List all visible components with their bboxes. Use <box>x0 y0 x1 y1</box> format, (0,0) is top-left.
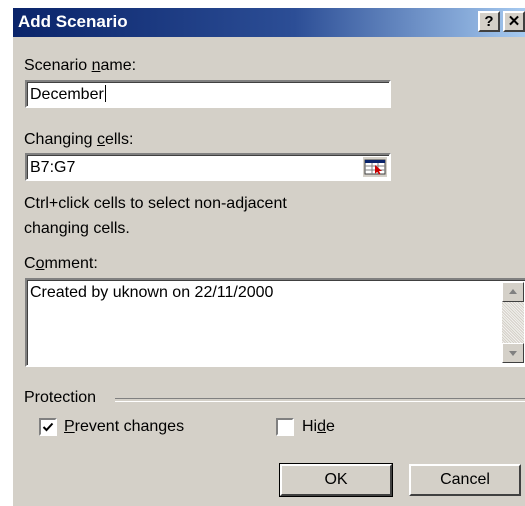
help-button[interactable]: ? <box>478 11 500 32</box>
dialog-title: Add Scenario <box>18 12 128 31</box>
cancel-button[interactable]: Cancel <box>409 464 521 496</box>
scroll-up-button[interactable] <box>502 282 524 302</box>
arrow-up-icon <box>509 289 517 294</box>
comment-textarea[interactable]: Created by uknown on 22/11/2000 <box>25 278 525 367</box>
hide-checkbox[interactable] <box>276 418 294 436</box>
comment-value: Created by uknown on 22/11/2000 <box>30 284 274 301</box>
prevent-changes-checkbox[interactable] <box>39 418 57 436</box>
prevent-changes-label[interactable]: Prevent changes <box>64 417 184 437</box>
close-button[interactable]: ✕ <box>503 11 525 32</box>
title-bar: Add Scenario ? ✕ <box>13 8 525 37</box>
scenario-name-value: December <box>30 86 104 103</box>
scenario-name-input[interactable]: December <box>25 80 391 108</box>
comment-label: Comment: <box>24 255 98 272</box>
changing-cells-input[interactable]: B7:G7 <box>25 153 391 181</box>
checkmark-icon <box>42 422 54 432</box>
scroll-down-button[interactable] <box>502 343 524 363</box>
protection-group-divider <box>115 398 525 402</box>
range-select-icon <box>364 159 386 175</box>
close-icon: ✕ <box>507 13 521 30</box>
hide-label[interactable]: Hide <box>302 417 335 437</box>
comment-scrollbar[interactable] <box>502 282 524 363</box>
add-scenario-dialog: Add Scenario ? ✕ Scenario name: December… <box>11 8 525 506</box>
text-caret <box>104 85 106 102</box>
changing-cells-hint-line2: changing cells. <box>24 220 130 237</box>
scenario-name-label: Scenario name: <box>24 57 137 74</box>
arrow-down-icon <box>509 351 517 356</box>
protection-group-label: Protection <box>24 389 97 406</box>
changing-cells-hint-line1: Ctrl+click cells to select non-adjacent <box>24 195 287 212</box>
changing-cells-label: Changing cells: <box>24 131 134 148</box>
collapse-dialog-button[interactable] <box>363 157 387 177</box>
ok-button[interactable]: OK <box>279 463 393 497</box>
changing-cells-value: B7:G7 <box>30 159 76 176</box>
